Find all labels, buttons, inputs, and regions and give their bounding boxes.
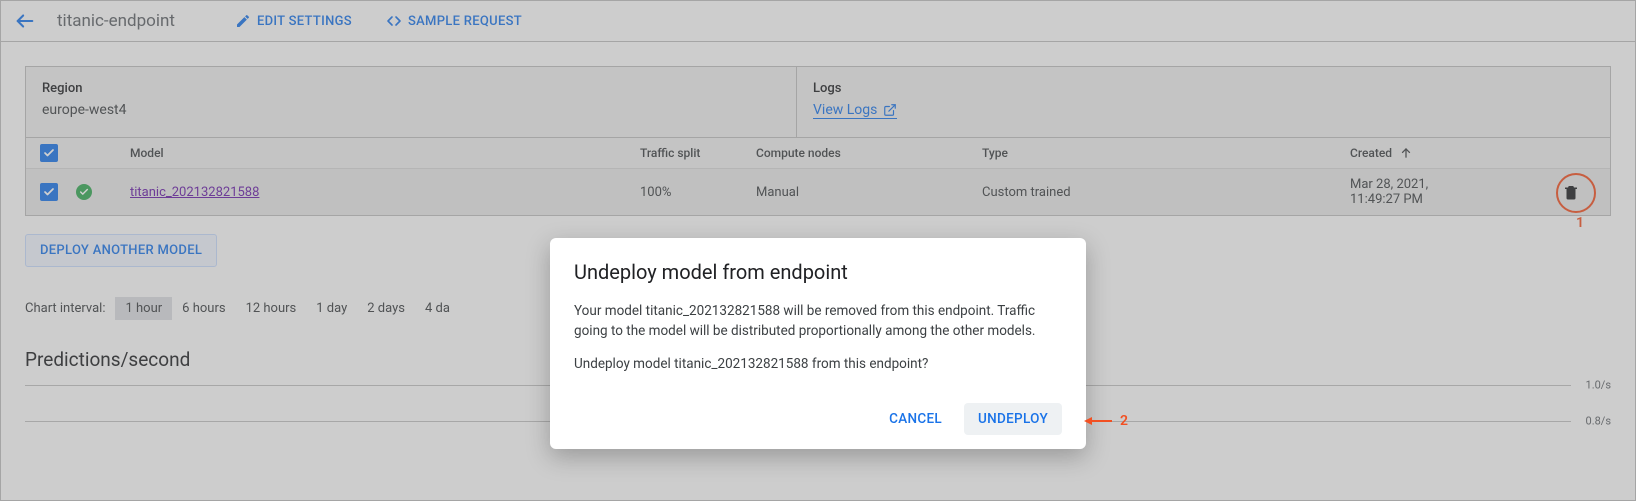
annotation-arrow-2: 2 <box>1084 413 1128 429</box>
dialog-actions: CANCEL UNDEPLOY <box>574 403 1062 435</box>
dialog-title: Undeploy model from endpoint <box>574 260 1062 284</box>
dialog-body: Your model titanic_202132821588 will be … <box>574 302 1062 375</box>
undeploy-dialog: Undeploy model from endpoint Your model … <box>550 238 1086 449</box>
annotation-2: 2 <box>1120 413 1128 429</box>
undeploy-button[interactable]: UNDEPLOY <box>964 403 1062 435</box>
dialog-body-2: Undeploy model titanic_202132821588 from… <box>574 355 1062 375</box>
cancel-button[interactable]: CANCEL <box>875 403 956 435</box>
modal-overlay[interactable]: Undeploy model from endpoint Your model … <box>0 0 1636 501</box>
dialog-body-1: Your model titanic_202132821588 will be … <box>574 302 1062 341</box>
